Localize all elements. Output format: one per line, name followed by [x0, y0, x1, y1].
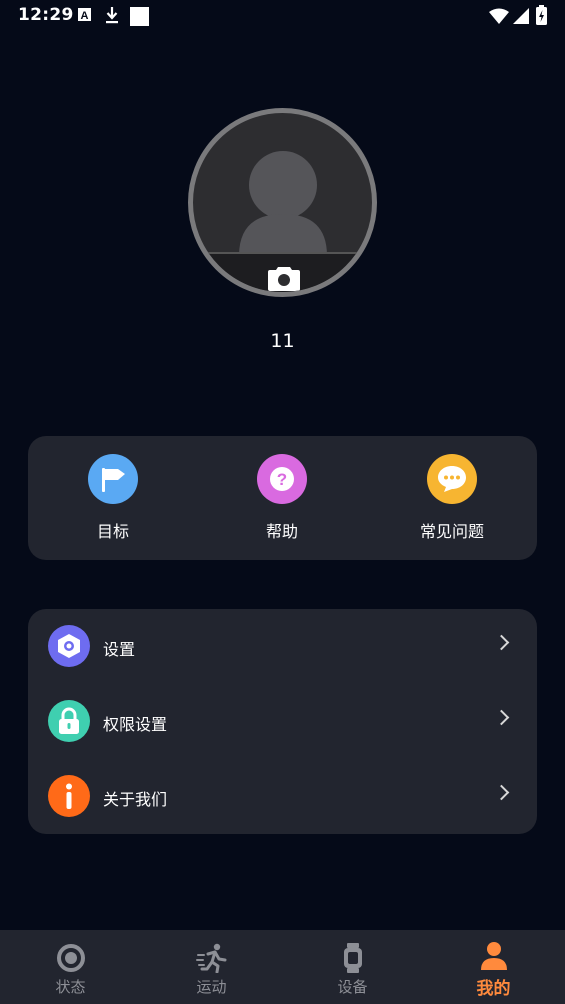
nav-label-mine: 我的 — [476, 979, 511, 999]
bottom-nav: 状态 运动 设备 我的 — [0, 930, 565, 1004]
faq-label: 常见问题 — [419, 522, 484, 541]
menu-item-permissions[interactable]: 权限设置 — [28, 684, 537, 759]
username[interactable]: 11 — [0, 330, 565, 352]
chevron-right-icon — [493, 634, 510, 651]
camera-icon[interactable] — [268, 265, 300, 291]
help-button[interactable]: ? 帮助 — [197, 454, 367, 542]
watch-icon — [343, 943, 362, 973]
faq-button[interactable]: 常见问题 — [367, 454, 537, 542]
nav-tab-device[interactable]: 设备 — [282, 930, 423, 1004]
chevron-right-icon — [493, 709, 510, 726]
info-icon — [48, 775, 90, 817]
nav-tab-status[interactable]: 状态 — [0, 930, 141, 1004]
battery-charging-icon — [536, 5, 547, 29]
status-time: 12:29 — [18, 5, 74, 25]
goal-label: 目标 — [96, 522, 129, 541]
goal-button[interactable]: 目标 — [28, 454, 198, 542]
default-user-icon — [239, 151, 327, 256]
person-icon — [480, 942, 507, 970]
nav-tab-mine[interactable]: 我的 — [423, 930, 564, 1004]
nav-label-status: 状态 — [55, 978, 86, 996]
settings-menu-card: 设置 权限设置 关于我们 — [28, 609, 537, 834]
quick-actions-card: 目标 ? 帮助 常见问题 — [28, 436, 537, 560]
menu-label-about: 关于我们 — [103, 790, 168, 809]
status-bar: 12:29 A — [0, 0, 565, 32]
font-notification-icon: A — [78, 7, 92, 27]
lock-icon — [48, 700, 90, 742]
avatar[interactable] — [188, 108, 377, 297]
chat-bubble-icon — [427, 454, 477, 504]
question-icon: ? — [257, 454, 307, 504]
running-icon — [195, 943, 226, 973]
flag-icon — [88, 454, 138, 504]
help-label: 帮助 — [265, 522, 298, 541]
chevron-right-icon — [493, 784, 510, 801]
nav-label-sport: 运动 — [196, 978, 227, 996]
menu-item-settings[interactable]: 设置 — [28, 609, 537, 684]
download-icon — [105, 7, 119, 28]
svg-text:?: ? — [277, 470, 287, 489]
menu-label-settings: 设置 — [103, 640, 136, 659]
wifi-icon — [489, 8, 509, 28]
status-ring-icon — [56, 944, 85, 972]
svg-text:A: A — [81, 10, 89, 22]
settings-hexagon-icon — [48, 625, 90, 667]
signal-icon — [513, 8, 529, 28]
square-notification-icon — [130, 7, 150, 30]
nav-label-device: 设备 — [337, 978, 368, 996]
menu-item-about[interactable]: 关于我们 — [28, 759, 537, 834]
nav-tab-sport[interactable]: 运动 — [141, 930, 282, 1004]
menu-label-permissions: 权限设置 — [103, 715, 168, 734]
